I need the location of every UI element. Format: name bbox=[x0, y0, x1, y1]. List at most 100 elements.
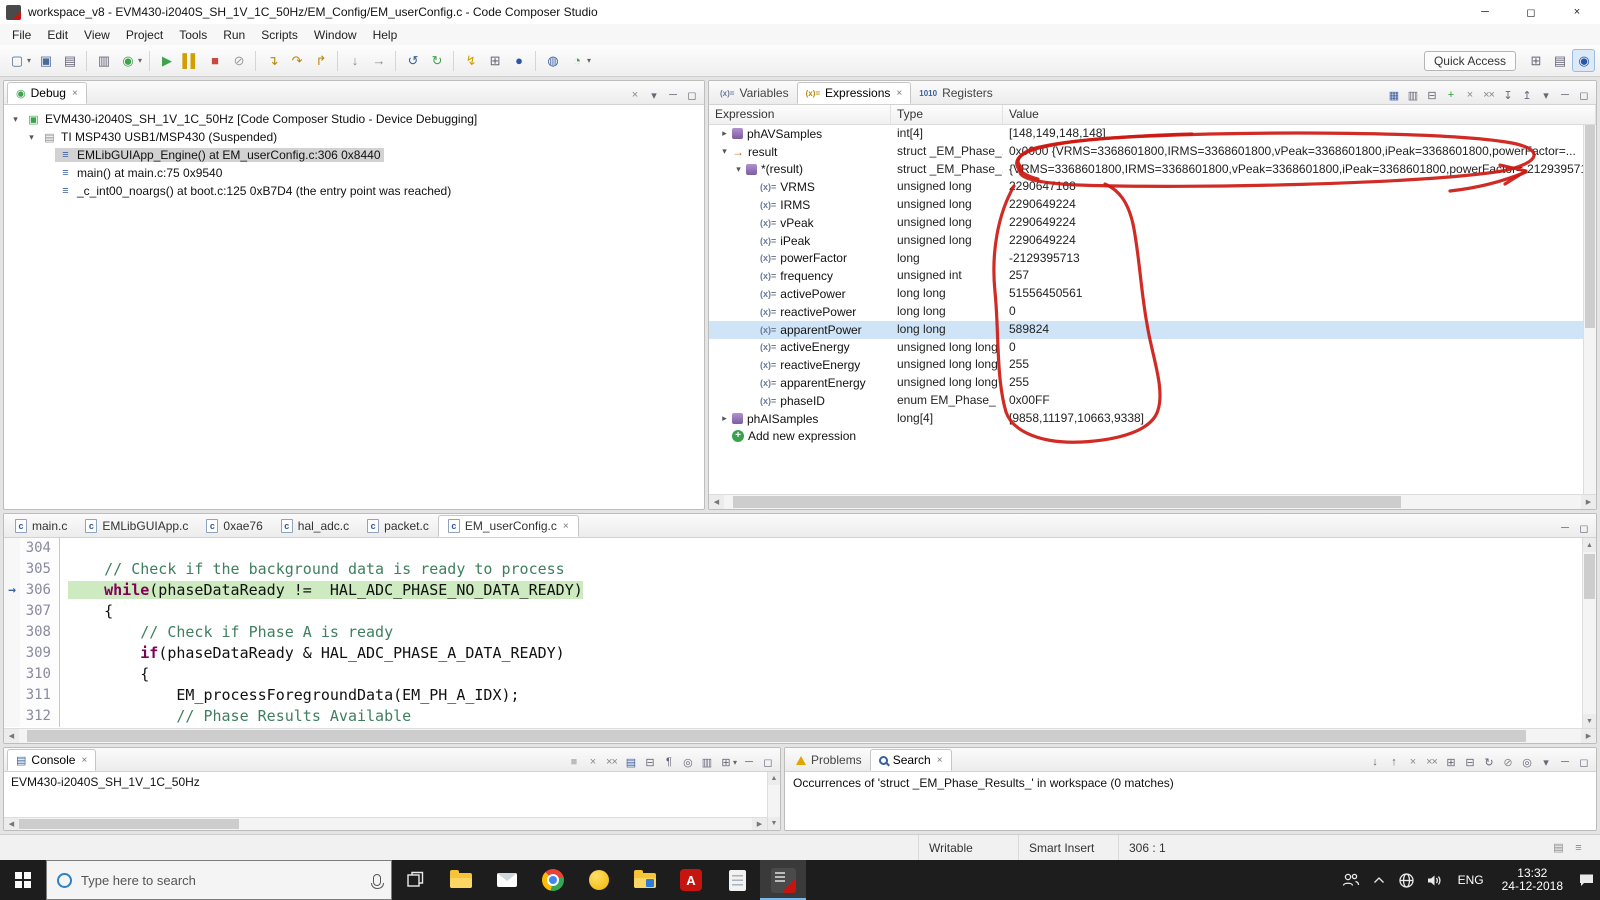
column-expression[interactable]: Expression bbox=[709, 105, 891, 124]
collapse-all-icon[interactable]: ⊟ bbox=[1422, 86, 1441, 104]
editor-tab-main-c[interactable]: main.c bbox=[6, 515, 76, 537]
expressions-tab-close-icon[interactable]: × bbox=[896, 88, 902, 99]
editor-tab-emlibguiapp-c[interactable]: EMLibGUIApp.c bbox=[76, 515, 197, 537]
scroll-thumb[interactable] bbox=[26, 730, 1527, 742]
run-search-again-icon[interactable]: ↻ bbox=[1479, 753, 1498, 771]
clear-console-icon[interactable]: ▤ bbox=[621, 753, 640, 771]
expression-row[interactable]: (x)= reactiveEnergy unsigned long long 255 bbox=[709, 356, 1596, 374]
pin-search-icon[interactable]: ◎ bbox=[1517, 753, 1536, 771]
expression-row[interactable]: (x)= iPeak unsigned long 2290649224 bbox=[709, 232, 1596, 250]
code-text[interactable]: // Check if Phase A is ready bbox=[60, 622, 393, 643]
taskbar-app-acrobat[interactable]: A bbox=[668, 860, 714, 900]
code-text[interactable]: { bbox=[60, 664, 149, 685]
menu-help[interactable]: Help bbox=[365, 26, 406, 44]
remove-launch-icon[interactable]: × bbox=[583, 753, 602, 771]
minimize-icon[interactable]: ─ bbox=[1555, 519, 1574, 537]
save-icon[interactable]: ▣ bbox=[34, 49, 57, 72]
cancel-search-icon[interactable]: ⊘ bbox=[1498, 753, 1517, 771]
display-selected-console-icon[interactable]: ▥ bbox=[697, 753, 716, 771]
instruction-step-into-icon[interactable]: ↓ bbox=[343, 49, 366, 72]
debug-stack-row[interactable]: ≡ EMLibGUIApp_Engine() at EM_userConfig.c… bbox=[4, 146, 704, 164]
scroll-track[interactable] bbox=[1583, 552, 1596, 714]
code-text[interactable]: // Phase Results Available bbox=[60, 706, 411, 727]
scroll-right-icon[interactable]: ▶ bbox=[1581, 729, 1596, 743]
code-text[interactable] bbox=[60, 538, 68, 559]
collapse-all-icon[interactable]: ⊟ bbox=[1460, 753, 1479, 771]
scroll-track[interactable] bbox=[724, 495, 1581, 509]
external-tools-icon[interactable]: ◔ bbox=[565, 49, 588, 72]
scroll-left-icon[interactable]: ◀ bbox=[4, 818, 19, 830]
minimize-button[interactable]: ─ bbox=[1462, 0, 1508, 24]
expand-all-icon[interactable]: ⊞ bbox=[1441, 753, 1460, 771]
layout-icon[interactable]: ▥ bbox=[1403, 86, 1422, 104]
disconnect-icon[interactable]: ⊘ bbox=[227, 49, 250, 72]
menu-view[interactable]: View bbox=[76, 26, 118, 44]
code-text[interactable]: { bbox=[60, 601, 113, 622]
maximize-icon[interactable]: ◻ bbox=[1574, 86, 1593, 104]
menu-scripts[interactable]: Scripts bbox=[253, 26, 306, 44]
word-wrap-icon[interactable]: ¶ bbox=[659, 753, 678, 771]
add-expression-icon[interactable]: + bbox=[1441, 86, 1460, 104]
code-text[interactable]: EM_processForegroundData(EM_PH_A_IDX); bbox=[60, 685, 519, 706]
taskbar-clock[interactable]: 13:32 24-12-2018 bbox=[1493, 866, 1572, 894]
scroll-down-icon[interactable]: ▼ bbox=[1583, 714, 1596, 728]
breakpoints-view-icon[interactable]: ● bbox=[507, 49, 530, 72]
editor-tab-hal-adc-c[interactable]: hal_adc.c bbox=[272, 515, 358, 537]
minimize-icon[interactable]: ─ bbox=[1555, 753, 1574, 771]
expander-icon[interactable]: ▾ bbox=[717, 146, 732, 157]
maximize-button[interactable]: ◻ bbox=[1508, 0, 1554, 24]
remove-all-matches-icon[interactable]: ×× bbox=[1422, 753, 1441, 771]
taskbar-app-chrome[interactable] bbox=[530, 860, 576, 900]
debug-stack-row[interactable]: ≡ _c_int00_noargs() at boot.c:125 0xB7D4 … bbox=[4, 182, 704, 200]
show-type-names-icon[interactable]: ▦ bbox=[1384, 86, 1403, 104]
expression-row[interactable]: ▸ phAISamples long[4] [9858,11197,10663,933… bbox=[709, 410, 1596, 428]
scroll-right-icon[interactable]: ▶ bbox=[1581, 495, 1596, 509]
show-hidden-icons-button[interactable] bbox=[1365, 860, 1393, 900]
view-menu-icon[interactable]: ▾ bbox=[644, 86, 663, 104]
open-perspective-icon[interactable]: ⊞ bbox=[1524, 49, 1547, 72]
maximize-icon[interactable]: ◻ bbox=[682, 86, 701, 104]
expression-row[interactable]: (x)= frequency unsigned int 257 bbox=[709, 267, 1596, 285]
external-tools-menu-arrow[interactable]: ▾ bbox=[587, 56, 591, 65]
resume-icon[interactable]: ▶ bbox=[155, 49, 178, 72]
taskbar-app-file-explorer[interactable] bbox=[438, 860, 484, 900]
scroll-right-icon[interactable]: ▶ bbox=[752, 818, 767, 830]
step-into-icon[interactable]: ↴ bbox=[261, 49, 284, 72]
scroll-thumb[interactable] bbox=[1584, 554, 1595, 599]
tab-expressions[interactable]: (x)= Expressions × bbox=[796, 82, 912, 104]
new-icon[interactable]: ▢ bbox=[5, 49, 28, 72]
editor-tab-packet-c[interactable]: packet.c bbox=[358, 515, 438, 537]
debug-launch-menu-arrow[interactable]: ▾ bbox=[138, 56, 142, 65]
scroll-track[interactable] bbox=[768, 785, 780, 817]
export-icon[interactable]: ↥ bbox=[1517, 86, 1536, 104]
step-over-icon[interactable]: ↷ bbox=[285, 49, 308, 72]
expander-icon[interactable]: ▾ bbox=[24, 132, 39, 143]
suspend-icon[interactable]: ▌▌ bbox=[179, 49, 202, 72]
expression-row[interactable]: (x)= activeEnergy unsigned long long 0 bbox=[709, 339, 1596, 357]
taskbar-app-mail[interactable] bbox=[484, 860, 530, 900]
expander-icon[interactable]: ▸ bbox=[717, 413, 732, 424]
code-editor[interactable]: 304 305 // Check if the background data i… bbox=[4, 538, 1582, 728]
ccs-edit-perspective-icon[interactable]: ▤ bbox=[1548, 49, 1571, 72]
editor-presentation-icon[interactable]: ▤ bbox=[1550, 840, 1566, 856]
editor-tab-0xae76[interactable]: 0xae76 bbox=[197, 515, 271, 537]
volume-button[interactable] bbox=[1421, 860, 1449, 900]
memory-view-icon[interactable]: ⊞ bbox=[483, 49, 506, 72]
search-tab-close-icon[interactable]: × bbox=[937, 755, 943, 766]
console-view-icon[interactable]: ▥ bbox=[92, 49, 115, 72]
network-button[interactable] bbox=[1393, 860, 1421, 900]
print-icon[interactable]: ▤ bbox=[58, 49, 81, 72]
scroll-thumb[interactable] bbox=[19, 819, 239, 829]
expression-row[interactable]: (x)= activePower long long 51556450561 bbox=[709, 285, 1596, 303]
expression-row[interactable]: (x)= apparentPower long long 589824 bbox=[709, 320, 1596, 339]
scroll-left-icon[interactable]: ◀ bbox=[4, 729, 19, 743]
expression-row[interactable]: + Add new expression bbox=[709, 428, 1596, 446]
tab-registers[interactable]: 1010 Registers bbox=[911, 82, 1000, 104]
taskbar-app-folder-app[interactable] bbox=[622, 860, 668, 900]
remove-all-expressions-icon[interactable]: ×× bbox=[1479, 86, 1498, 104]
remove-expression-icon[interactable]: × bbox=[1460, 86, 1479, 104]
minimize-icon[interactable]: ─ bbox=[1555, 86, 1574, 104]
problems-tab[interactable]: Problems bbox=[788, 749, 870, 771]
taskbar-app-ccs[interactable] bbox=[760, 860, 806, 900]
flash-icon[interactable]: ↯ bbox=[459, 49, 482, 72]
